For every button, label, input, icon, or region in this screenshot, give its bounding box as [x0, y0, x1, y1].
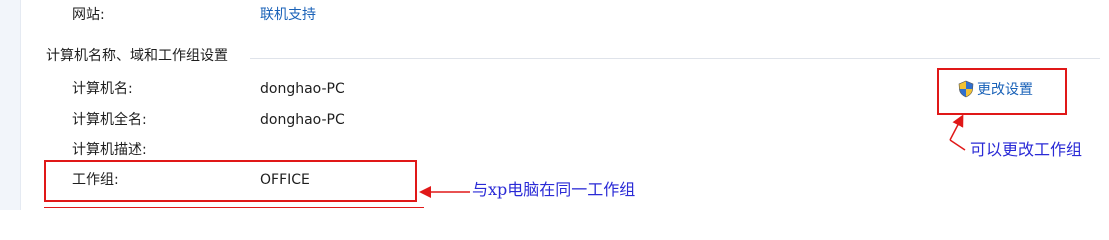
left-panel-strip — [0, 0, 21, 210]
full-computer-name-value: donghao-PC — [260, 112, 345, 128]
arrow-to-change-settings — [949, 114, 964, 141]
same-workgroup-note: 与xp电脑在同一工作组 — [472, 180, 636, 199]
change-settings-highlight-box — [937, 68, 1067, 115]
online-support-link[interactable]: 联机支持 — [260, 6, 316, 24]
computer-description-label: 计算机描述: — [72, 142, 147, 158]
computer-name-section-title: 计算机名称、域和工作组设置 — [46, 48, 228, 64]
underline-mark — [44, 207, 424, 208]
computer-name-value: donghao-PC — [260, 81, 345, 97]
computer-name-label: 计算机名: — [72, 81, 133, 97]
full-computer-name-label: 计算机全名: — [72, 112, 147, 128]
change-workgroup-note: 可以更改工作组 — [970, 140, 1083, 159]
website-label: 网站: — [72, 7, 105, 23]
arrow-line-a — [949, 139, 966, 151]
workgroup-highlight-box — [44, 160, 417, 202]
section-divider — [250, 58, 1100, 59]
